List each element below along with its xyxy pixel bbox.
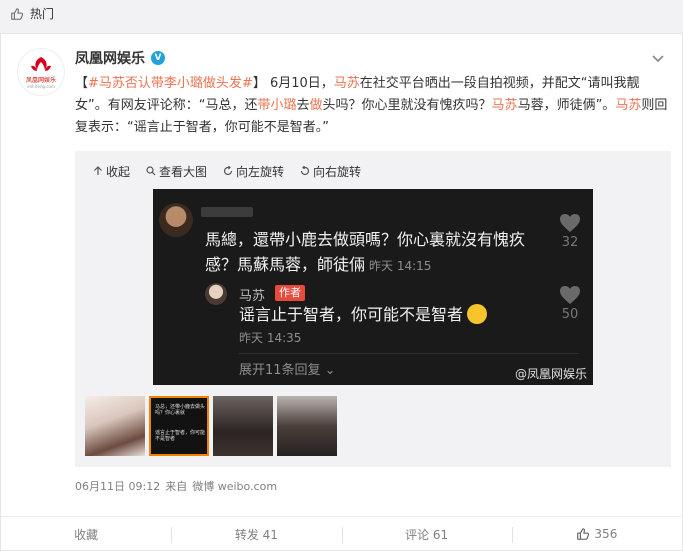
thumbnail-4[interactable]: [277, 396, 337, 456]
comment-text: 馬總，還帶小鹿去做頭嗎？你心裏就沒有愧疚感？馬蘇馬蓉，師徒倆 昨天 14:15: [205, 227, 545, 279]
like-count-label: 356: [594, 527, 618, 541]
divider: [239, 353, 579, 354]
collapse-label: 收起: [106, 164, 131, 179]
rotate-right-icon: [300, 166, 310, 176]
keyword-link[interactable]: 马苏: [615, 98, 641, 113]
magnifier-icon: [146, 166, 156, 176]
weibo-post-card: 凤凰网娱乐 ent.ifeng.com 凤凰网娱乐 V 【#马苏否认带李小璐做头…: [0, 33, 683, 551]
heart-icon: [560, 286, 580, 304]
rotate-left-button[interactable]: 向左旋转: [223, 161, 284, 181]
hot-label: 热门: [30, 7, 55, 21]
collect-button[interactable]: 收藏: [1, 517, 171, 551]
rotate-right-button[interactable]: 向右旋转: [300, 161, 361, 181]
like-button[interactable]: 356: [511, 517, 682, 551]
blurred-username: [201, 207, 253, 217]
reply-avatar: [205, 283, 227, 305]
author-tag: 作者: [275, 285, 305, 301]
rotate-right-label: 向右旋转: [313, 164, 362, 179]
text-segment: 头吗？你心里就没有愧疚吗？: [322, 98, 492, 113]
post-text: 【#马苏否认带李小璐做头发#】 6月10日，马苏在社交平台晒出一段自拍视频，并配…: [75, 76, 668, 135]
author-avatar[interactable]: 凤凰网娱乐 ent.ifeng.com: [17, 48, 65, 96]
watermark: @凤凰网娱乐: [514, 367, 587, 381]
thumbnail-text: 马总，还带小鹿去做头吗？你心裏就: [155, 404, 206, 416]
logo-text: 凤凰网娱乐: [25, 76, 56, 84]
action-bar: 收藏 转发 41 评论 61 356: [1, 516, 682, 551]
reply-name: 马苏: [239, 289, 266, 304]
arrow-up-icon: [94, 166, 102, 175]
thumbnail-strip: 马总，还带小鹿去做头吗？你心裏就 谣言止于智者，你可能不是智者: [85, 396, 337, 456]
ifeng-logo-icon: [31, 56, 51, 71]
topic-link[interactable]: #马苏否认带李小璐做头发#: [88, 76, 253, 91]
heart-icon: [560, 214, 580, 232]
thumb-up-icon: [577, 528, 590, 540]
rotate-left-icon: [223, 166, 233, 176]
keyword-link[interactable]: 马苏: [334, 76, 360, 91]
comment-body: 馬總，還帶小鹿去做頭嗎？你心裏就沒有愧疚感？馬蘇馬蓉，師徒倆: [205, 230, 526, 274]
keyword-link[interactable]: 做: [310, 98, 323, 113]
text-segment: 6月10日，: [265, 76, 334, 91]
verified-v-icon: V: [151, 51, 165, 65]
post-date[interactable]: 06月11日 09:12: [75, 478, 160, 494]
from-label: 来自: [165, 480, 188, 493]
view-large-label: 查看大图: [159, 164, 208, 179]
image-toolbar: 收起 查看大图 向左旋转 向右旋转: [93, 161, 361, 181]
post-source[interactable]: 微博 weibo.com: [192, 478, 277, 494]
reply-text: 谣言止于智者，你可能不是智者: [239, 303, 488, 327]
reply-time: 昨天 14:35: [239, 331, 302, 345]
author-name[interactable]: 凤凰网娱乐: [75, 48, 145, 68]
text-segment: 去: [296, 98, 310, 113]
author-line: 凤凰网娱乐 V: [75, 48, 165, 68]
expand-replies: 展开11条回复 ⌄: [239, 363, 336, 378]
logo-url: ent.ifeng.com: [27, 83, 55, 89]
chevron-down-icon[interactable]: [650, 50, 666, 66]
text-segment: 马蓉，师徒俩”。: [517, 98, 616, 113]
view-large-button[interactable]: 查看大图: [146, 161, 207, 181]
thumbnail-text: 谣言止于智者，你可能不是智者: [155, 430, 206, 442]
keyword-link[interactable]: 带小璐: [257, 98, 296, 113]
comment-label: 评论 61: [405, 527, 449, 542]
thumb-up-outline-icon: [11, 7, 24, 20]
like-count: 32: [561, 235, 579, 250]
thumbnail-3[interactable]: [213, 396, 273, 456]
thumbnail-2[interactable]: 马总，还带小鹿去做头吗？你心裏就 谣言止于智者，你可能不是智者: [149, 396, 209, 456]
like-count: 50: [561, 307, 579, 322]
rotate-left-label: 向左旋转: [236, 164, 285, 179]
comment-time: 昨天 14:15: [369, 259, 432, 273]
comment-button[interactable]: 评论 61: [341, 517, 512, 551]
collect-label: 收藏: [74, 527, 99, 542]
reply-body: 谣言止于智者，你可能不是智者: [239, 305, 464, 324]
collapse-button[interactable]: 收起: [93, 161, 130, 181]
laughing-emoji-icon: [467, 304, 488, 324]
repost-label: 转发 41: [234, 527, 278, 542]
keyword-link[interactable]: 马苏: [492, 98, 518, 113]
media-panel: 收起 查看大图 向左旋转 向右旋转 馬總，還帶小鹿去做頭嗎？你心裏就沒有愧疚感？…: [75, 151, 671, 467]
commenter-avatar: [159, 203, 193, 237]
thumbnail-1[interactable]: [85, 396, 145, 456]
comment-screenshot-image[interactable]: 馬總，還帶小鹿去做頭嗎？你心裏就沒有愧疚感？馬蘇馬蓉，師徒倆 昨天 14:15 3…: [153, 189, 593, 385]
repost-button[interactable]: 转发 41: [171, 517, 341, 551]
hot-header: 热门: [0, 0, 683, 27]
post-meta: 06月11日 09:12 来自 微博 weibo.com: [75, 478, 277, 494]
